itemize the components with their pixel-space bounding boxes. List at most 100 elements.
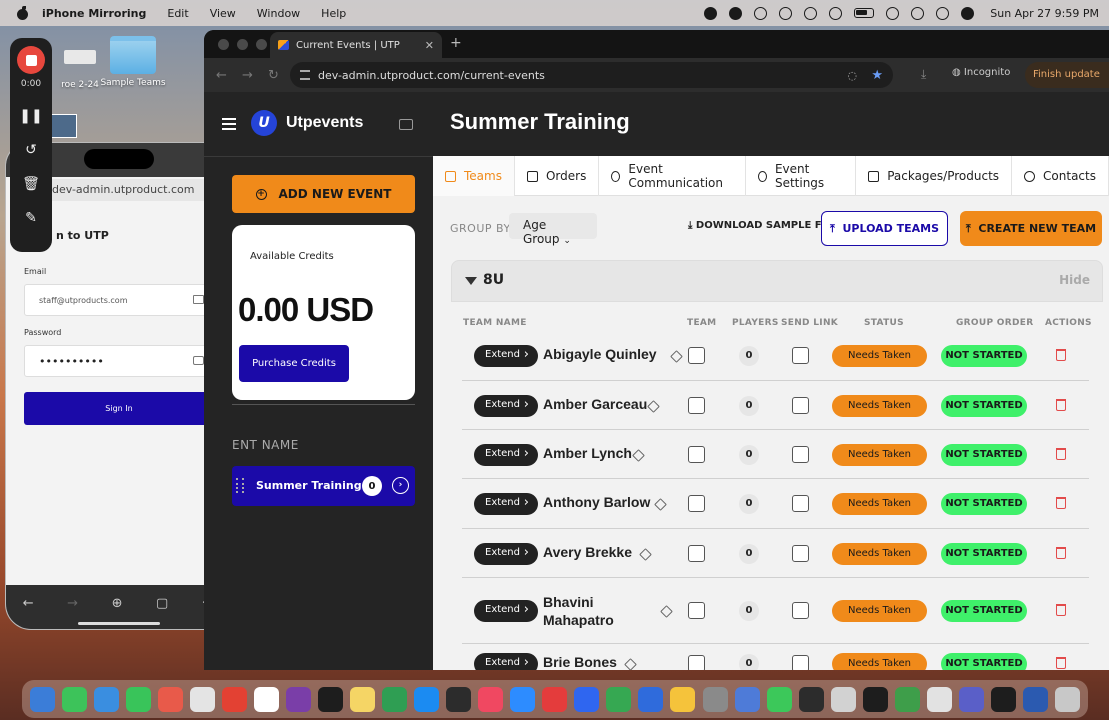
team-checkbox[interactable]	[688, 347, 705, 364]
dock-app-icon[interactable]	[990, 686, 1016, 712]
menu-view[interactable]: View	[210, 7, 236, 20]
bluetooth-icon[interactable]	[779, 6, 793, 20]
extend-button[interactable]: Extend	[474, 542, 538, 565]
zoom-icon[interactable]	[729, 6, 743, 20]
moon-icon[interactable]	[804, 6, 818, 20]
add-new-event-button[interactable]: + ADD NEW EVENT	[232, 175, 415, 213]
send-link-checkbox[interactable]	[792, 655, 809, 670]
tab-teams[interactable]: Teams	[433, 156, 515, 196]
trash-icon[interactable]	[1056, 497, 1066, 509]
phone-url-bar[interactable]: dev-admin.utproduct.com	[46, 179, 229, 201]
site-settings-icon[interactable]	[300, 70, 310, 80]
forward-icon[interactable]: →	[67, 596, 78, 611]
edit-pencil-icon[interactable]	[654, 498, 668, 511]
dock-app-icon[interactable]	[638, 686, 664, 712]
desktop-folder[interactable]: Sample Teams	[100, 36, 166, 88]
reload-button[interactable]: ↻	[268, 68, 282, 83]
team-checkbox[interactable]	[688, 495, 705, 512]
pen-icon[interactable]: ✎	[25, 201, 37, 235]
purchase-credits-button[interactable]: Purchase Credits	[239, 345, 349, 382]
apple-icon[interactable]	[16, 6, 29, 20]
eye-off-icon[interactable]: ◌	[847, 69, 857, 82]
menu-app-name[interactable]: iPhone Mirroring	[42, 7, 146, 20]
battery-icon[interactable]	[854, 8, 875, 18]
close-tab-icon[interactable]: ✕	[425, 39, 434, 52]
status-badge[interactable]: Needs Taken	[832, 394, 927, 417]
email-field[interactable]: staff@utproducts.com	[24, 284, 214, 316]
new-tab-button[interactable]: +	[450, 35, 462, 51]
trash-icon[interactable]	[1056, 604, 1066, 616]
trash-icon[interactable]	[1056, 447, 1066, 460]
dock-app-icon[interactable]	[349, 686, 375, 712]
tab-contacts[interactable]: Contacts	[1012, 156, 1109, 196]
dock-app-icon[interactable]	[317, 686, 343, 712]
status-badge[interactable]: Needs Taken	[832, 542, 927, 565]
download-icon[interactable]: ⤓	[921, 67, 926, 82]
menu-edit[interactable]: Edit	[167, 7, 188, 20]
dock-app-icon[interactable]	[221, 686, 247, 712]
search-icon[interactable]	[911, 6, 925, 20]
incognito-badge[interactable]: ◍ Incognito	[952, 67, 1010, 78]
status-badge[interactable]: Needs Taken	[832, 600, 927, 622]
new-tab-icon[interactable]: ⊕	[112, 596, 123, 611]
extend-button[interactable]: Extend	[474, 394, 538, 417]
trash-icon[interactable]	[1056, 657, 1066, 669]
dock-app-icon[interactable]	[414, 686, 440, 712]
send-link-checkbox[interactable]	[792, 396, 809, 414]
dock-app-icon[interactable]	[189, 686, 215, 712]
dock-app-icon[interactable]	[862, 686, 888, 712]
hamburger-menu-icon[interactable]	[222, 118, 236, 130]
trash-icon[interactable]	[1056, 349, 1066, 361]
dock-app-icon[interactable]	[766, 686, 792, 712]
download-sample-button[interactable]: ⤓ DOWNLOAD SAMPLE FILE	[688, 220, 839, 231]
tab-event-settings[interactable]: Event Settings	[746, 156, 857, 196]
event-list-item[interactable]: Summer Training 0 ›	[232, 466, 415, 506]
dock-app-icon[interactable]	[1055, 686, 1081, 712]
siri-icon[interactable]	[961, 6, 975, 20]
bookmark-star-icon[interactable]: ★	[871, 68, 883, 83]
back-button[interactable]: ←	[216, 68, 230, 83]
zoom-window-button[interactable]	[256, 38, 267, 50]
menu-window[interactable]: Window	[257, 7, 300, 20]
delete-icon[interactable]: 🗑	[22, 167, 40, 201]
tab-packages-products[interactable]: Packages/Products	[856, 156, 1013, 196]
pause-icon[interactable]: ❚❚	[19, 99, 42, 133]
extend-button[interactable]: Extend	[474, 600, 538, 622]
dock-app-icon[interactable]	[1022, 686, 1048, 712]
gear-icon[interactable]	[754, 6, 768, 20]
dock-app-icon[interactable]	[798, 686, 824, 712]
tabs-icon[interactable]: ▢	[156, 596, 168, 611]
team-checkbox[interactable]	[688, 655, 705, 670]
status-badge[interactable]: Needs Taken	[832, 443, 927, 466]
edit-pencil-icon[interactable]	[646, 399, 660, 413]
dock-app-icon[interactable]	[478, 686, 504, 712]
address-bar[interactable]: dev-admin.utproduct.com/current-events ◌…	[290, 62, 893, 88]
dock-app-icon[interactable]	[253, 686, 279, 712]
dock-app-icon[interactable]	[93, 686, 119, 712]
team-checkbox[interactable]	[688, 602, 705, 619]
dock-app-icon[interactable]	[125, 686, 151, 712]
edit-pencil-icon[interactable]	[639, 547, 653, 561]
trash-icon[interactable]	[1056, 546, 1066, 559]
dock-app-icon[interactable]	[157, 686, 183, 712]
control-center-icon[interactable]	[936, 6, 950, 20]
edit-pencil-icon[interactable]	[631, 448, 645, 462]
drag-handle-icon[interactable]	[236, 478, 244, 493]
menu-help[interactable]: Help	[321, 7, 346, 20]
status-badge[interactable]: Needs Taken	[832, 345, 927, 367]
wifi-icon[interactable]	[886, 6, 900, 20]
trash-icon[interactable]	[1056, 398, 1066, 411]
send-link-checkbox[interactable]	[792, 347, 809, 364]
collapse-sidebar-icon[interactable]	[399, 119, 413, 130]
tab-event-communication[interactable]: Event Communication	[599, 156, 746, 196]
password-field[interactable]: ••••••••••	[24, 345, 214, 377]
restart-icon[interactable]: ↺	[25, 133, 37, 167]
edit-pencil-icon[interactable]	[669, 350, 683, 363]
dock-app-icon[interactable]	[670, 686, 696, 712]
status-badge[interactable]: Needs Taken	[832, 493, 927, 515]
group-by-select[interactable]: Age Group ⌄	[509, 213, 597, 246]
chevron-right-circle-icon[interactable]: ›	[392, 477, 409, 494]
extend-button[interactable]: Extend	[474, 443, 538, 466]
send-link-checkbox[interactable]	[792, 495, 809, 512]
upload-teams-button[interactable]: ⤒ UPLOAD TEAMS	[821, 211, 948, 246]
